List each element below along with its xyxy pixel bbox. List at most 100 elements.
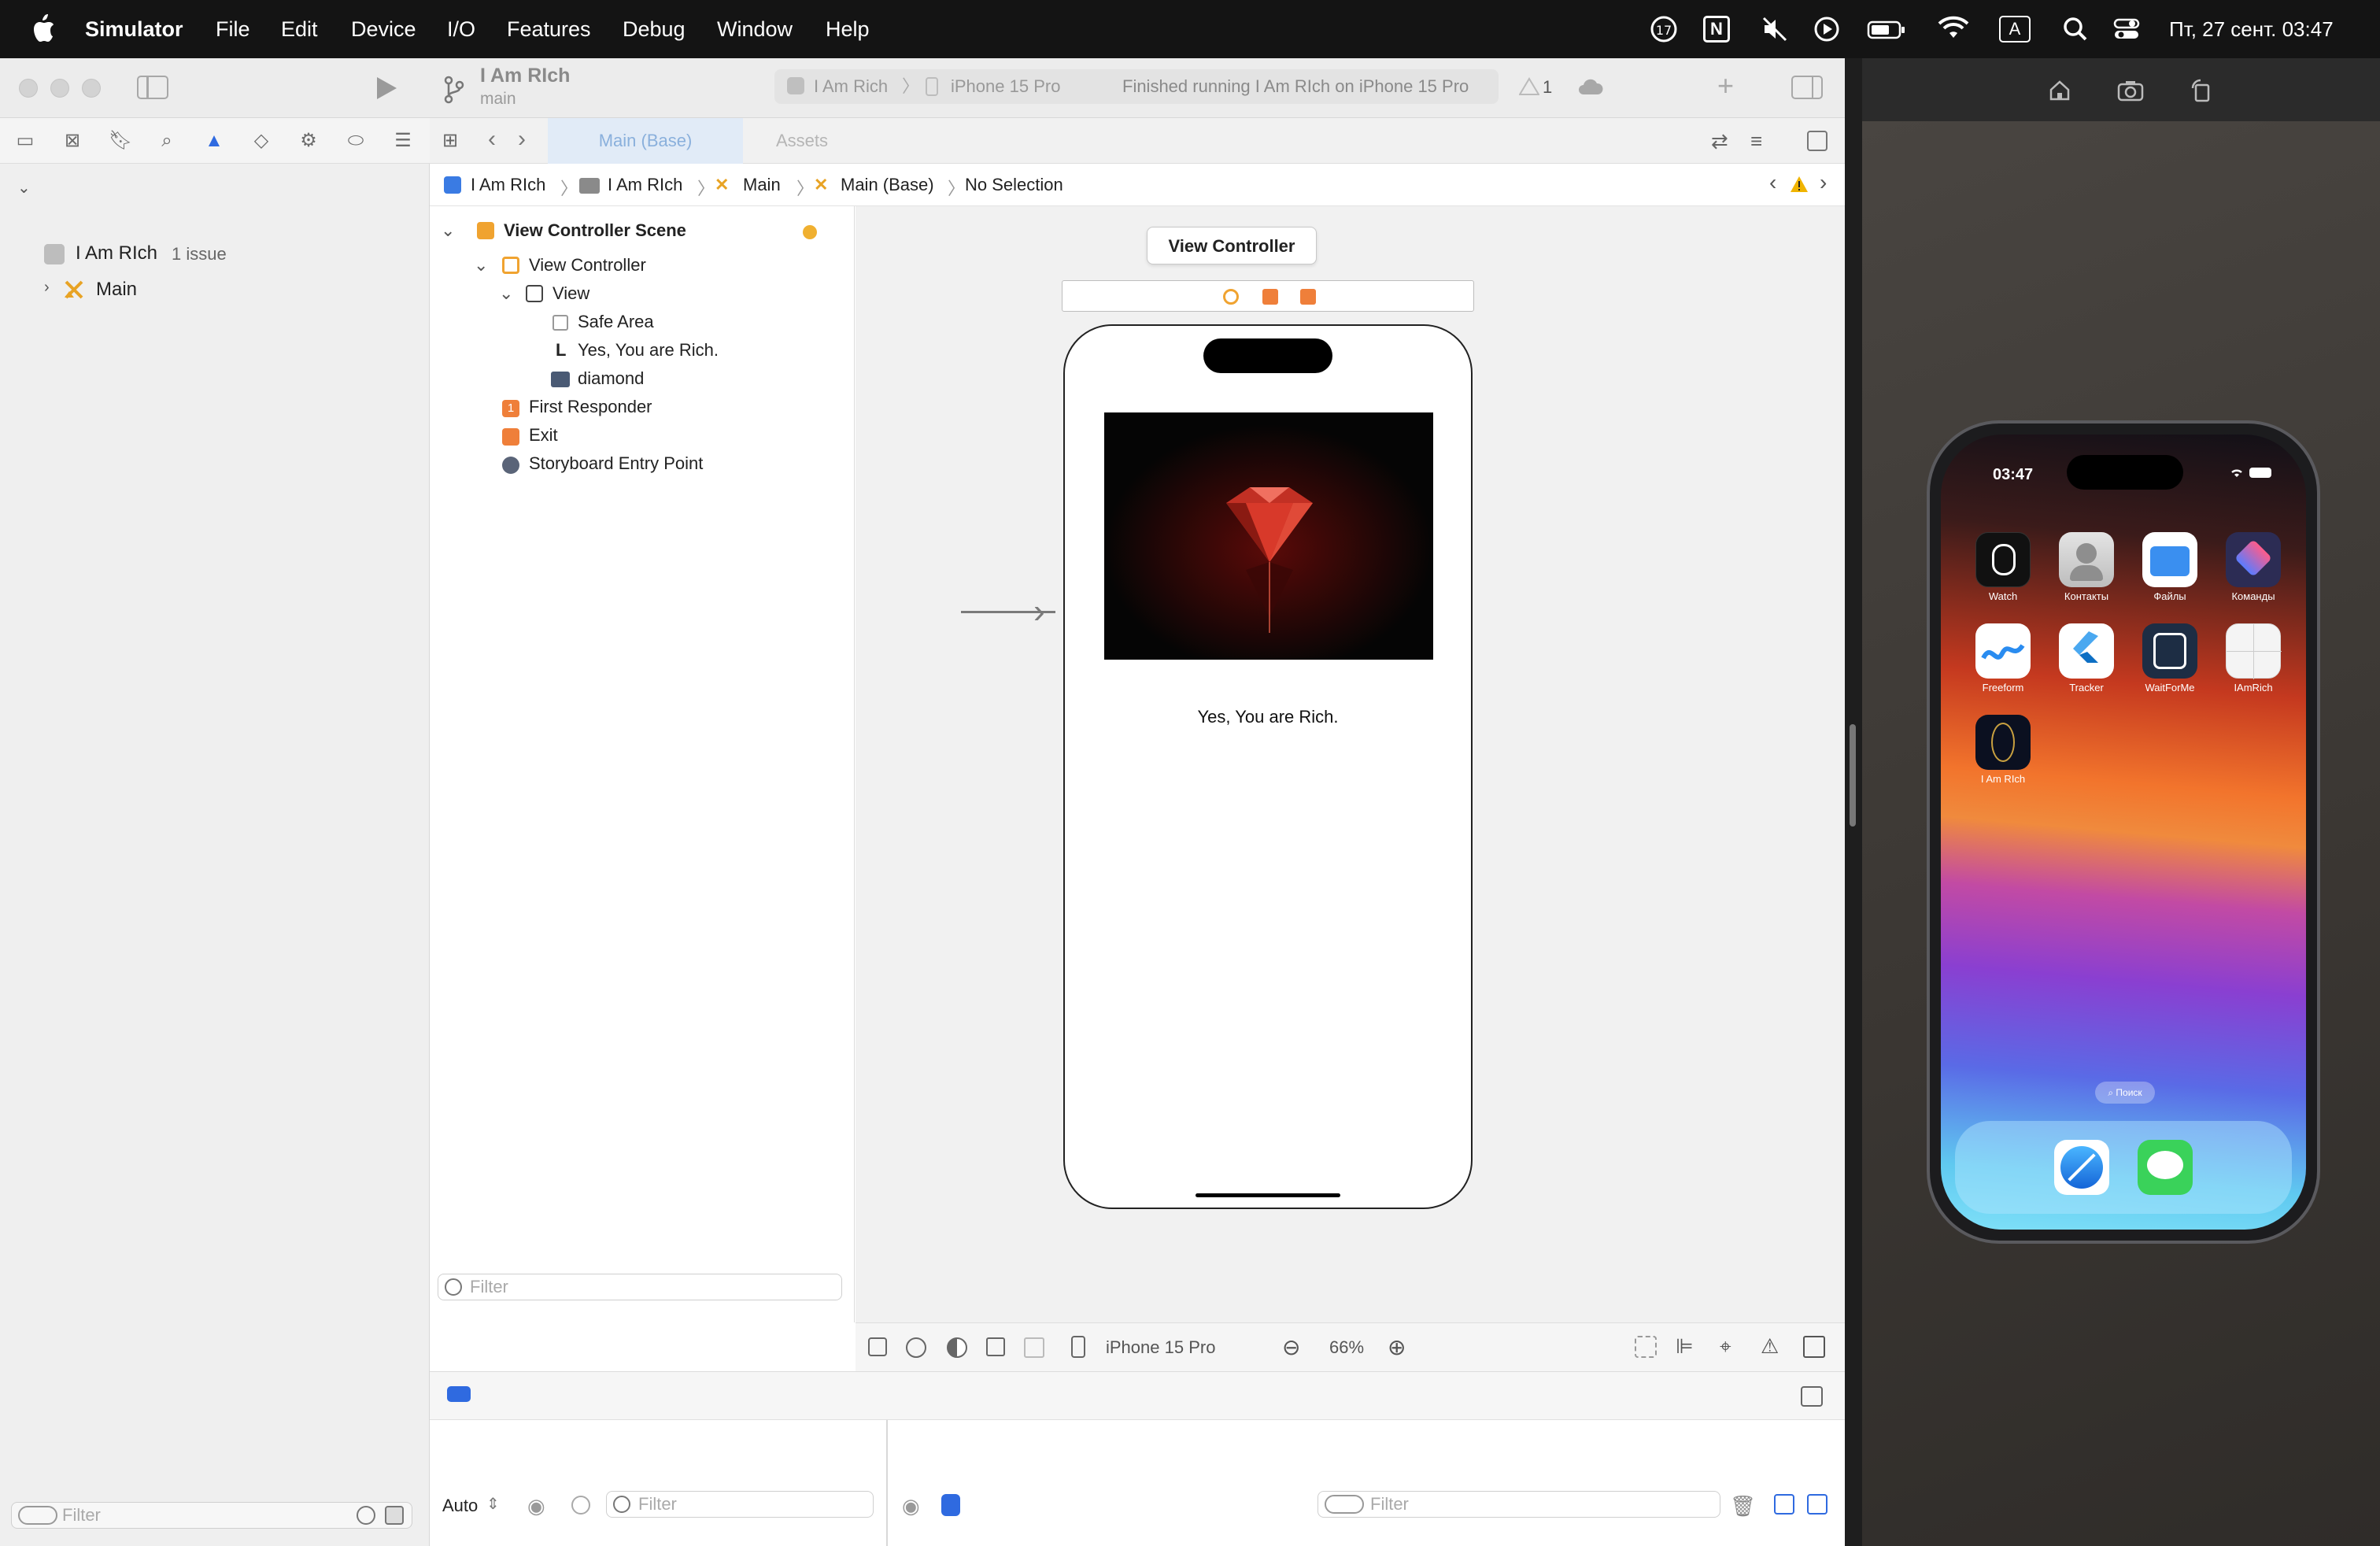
menu-device[interactable]: Device <box>351 0 416 58</box>
shortcuts-app-icon[interactable] <box>2226 532 2281 587</box>
scheme-selector[interactable]: I Am Rich <box>814 69 888 104</box>
apple-logo-icon[interactable] <box>30 14 55 44</box>
outline-first-responder[interactable]: First Responder <box>529 395 652 419</box>
variables-filter[interactable]: Filter <box>606 1491 874 1518</box>
add-constraints-icon[interactable]: ⌖ <box>1720 1334 1731 1359</box>
breakpoint-icon[interactable]: ⬭ <box>345 131 367 151</box>
editor-options-icon[interactable]: ≡ <box>1750 129 1762 153</box>
filter-options-icon[interactable] <box>1325 1495 1364 1514</box>
device-phone-icon[interactable] <box>1071 1336 1085 1358</box>
eye-icon[interactable]: ◉ <box>527 1494 545 1518</box>
menu-help[interactable]: Help <box>826 0 870 58</box>
scrollbar-handle[interactable] <box>1850 724 1856 827</box>
show-variables-icon[interactable] <box>1774 1494 1794 1515</box>
tracker-app-icon[interactable] <box>2059 623 2114 679</box>
find-icon[interactable]: ⌕ <box>156 131 178 151</box>
mute-icon[interactable] <box>1761 16 1788 43</box>
run-play-icon[interactable] <box>375 76 398 101</box>
swap-editor-icon[interactable]: ⇄ <box>1711 129 1728 153</box>
menu-app-name[interactable]: Simulator <box>85 0 183 58</box>
show-console-icon[interactable] <box>1807 1494 1828 1515</box>
home-icon[interactable] <box>2048 79 2071 102</box>
debug-navigator-icon[interactable]: ⚙ <box>298 131 320 151</box>
source-control-icon[interactable]: ⊠ <box>61 131 83 151</box>
outline-filter[interactable]: Filter <box>438 1274 842 1300</box>
disclosure-closed-icon[interactable]: › <box>44 279 50 297</box>
disclosure-open-icon[interactable]: ⌄ <box>17 178 31 198</box>
outline-view-controller[interactable]: View Controller <box>529 253 646 277</box>
branch-icon[interactable] <box>442 76 466 104</box>
i-am-rich-app-icon[interactable] <box>1975 715 2031 770</box>
view-controller-icon[interactable] <box>1223 289 1239 305</box>
update-frames-icon[interactable] <box>1635 1336 1657 1358</box>
bookmark-icon[interactable]: 🔖︎ <box>109 131 132 151</box>
scm-filter-icon[interactable] <box>385 1506 404 1525</box>
rich-label[interactable]: Yes, You are Rich. <box>1065 707 1471 727</box>
diamond-image-view[interactable] <box>1104 412 1433 660</box>
add-editor-icon[interactable] <box>1807 131 1828 151</box>
accessibility-icon[interactable] <box>906 1337 926 1358</box>
zoom-out-icon[interactable]: ⊖ <box>1282 1334 1300 1360</box>
storyboard-file-main[interactable]: Main <box>96 279 137 301</box>
folder-icon[interactable]: ▭ <box>14 131 36 151</box>
breadcrumb-main[interactable]: Main <box>743 175 781 195</box>
menu-debug[interactable]: Debug <box>623 0 686 58</box>
menu-features[interactable]: Features <box>507 0 591 58</box>
exit-icon[interactable] <box>1300 289 1316 305</box>
align-icon[interactable]: ⊫ <box>1676 1334 1694 1359</box>
outline-view[interactable]: View <box>552 282 589 305</box>
control-center-icon[interactable] <box>2112 16 2141 43</box>
warning-triangle-icon[interactable] <box>1790 175 1809 194</box>
spotlight-search-icon[interactable] <box>2062 16 2089 43</box>
zoom-level[interactable]: 66% <box>1329 1337 1364 1358</box>
filter-options-icon[interactable] <box>18 1506 57 1525</box>
contacts-app-icon[interactable] <box>2059 532 2114 587</box>
next-issue-icon[interactable]: › <box>1820 170 1827 195</box>
iamrich-app-icon[interactable] <box>2226 623 2282 679</box>
variables-scope-select[interactable]: Auto <box>442 1496 478 1516</box>
issue-navigator-icon[interactable]: ▲ <box>203 131 225 151</box>
menu-io[interactable]: I/O <box>447 0 475 58</box>
outline-entry-point[interactable]: Storyboard Entry Point <box>529 452 703 475</box>
appearance-icon[interactable] <box>947 1337 967 1358</box>
cloud-icon[interactable] <box>1577 77 1604 98</box>
menu-edit[interactable]: Edit <box>281 0 318 58</box>
project-name[interactable]: I Am RIch <box>76 242 157 264</box>
device-selector[interactable]: iPhone 15 Pro <box>1106 1337 1215 1358</box>
resolve-issues-icon[interactable]: ⚠ <box>1761 1334 1779 1359</box>
breadcrumb-selection[interactable]: No Selection <box>965 175 1063 195</box>
toggle-navigator-icon[interactable] <box>137 76 168 99</box>
breadcrumb-folder[interactable]: I Am RIch <box>608 175 682 195</box>
tab-main-base[interactable]: Main (Base) <box>548 118 743 164</box>
battery-icon[interactable] <box>1867 16 1906 43</box>
outline-exit[interactable]: Exit <box>529 423 558 447</box>
toggle-inspector-icon[interactable] <box>1791 76 1823 99</box>
search-pill[interactable]: ⌕ Поиск <box>2095 1082 2155 1104</box>
disclosure-open-icon[interactable]: ⌄ <box>441 219 455 242</box>
wifi-icon[interactable] <box>1938 16 1969 43</box>
test-navigator-icon[interactable]: ◇ <box>250 131 272 151</box>
split-view-icon[interactable] <box>1024 1337 1044 1358</box>
input-source-icon[interactable]: A <box>1999 16 2031 43</box>
home-screen[interactable]: 03:47 Watch Контакты Файлы Команды Freef… <box>1941 435 2306 1230</box>
outline-safe-area[interactable]: Safe Area <box>578 310 654 334</box>
first-responder-icon[interactable] <box>1262 289 1278 305</box>
notion-icon[interactable]: N <box>1703 16 1730 43</box>
eye-icon[interactable]: ◉ <box>902 1494 920 1518</box>
screenshot-camera-icon[interactable] <box>2117 79 2144 102</box>
menu-window[interactable]: Window <box>717 0 793 58</box>
embed-in-icon[interactable] <box>1803 1336 1825 1358</box>
recent-files-icon[interactable] <box>357 1506 375 1525</box>
warning-triangle-icon[interactable] <box>1519 77 1539 96</box>
info-icon[interactable] <box>571 1496 590 1515</box>
warning-count[interactable]: 1 <box>1543 77 1552 98</box>
freeform-app-icon[interactable] <box>1975 623 2031 679</box>
add-library-icon[interactable]: + <box>1717 69 1734 102</box>
watch-app-icon[interactable] <box>1975 532 2031 587</box>
waitforme-app-icon[interactable] <box>2142 623 2197 679</box>
zoom-window-button[interactable] <box>82 79 101 98</box>
back-chevron-icon[interactable]: ‹ <box>488 126 496 153</box>
tab-assets[interactable]: Assets <box>776 118 894 164</box>
related-items-icon[interactable]: ⊞ <box>442 129 464 151</box>
console-filter[interactable]: Filter <box>1318 1491 1720 1518</box>
